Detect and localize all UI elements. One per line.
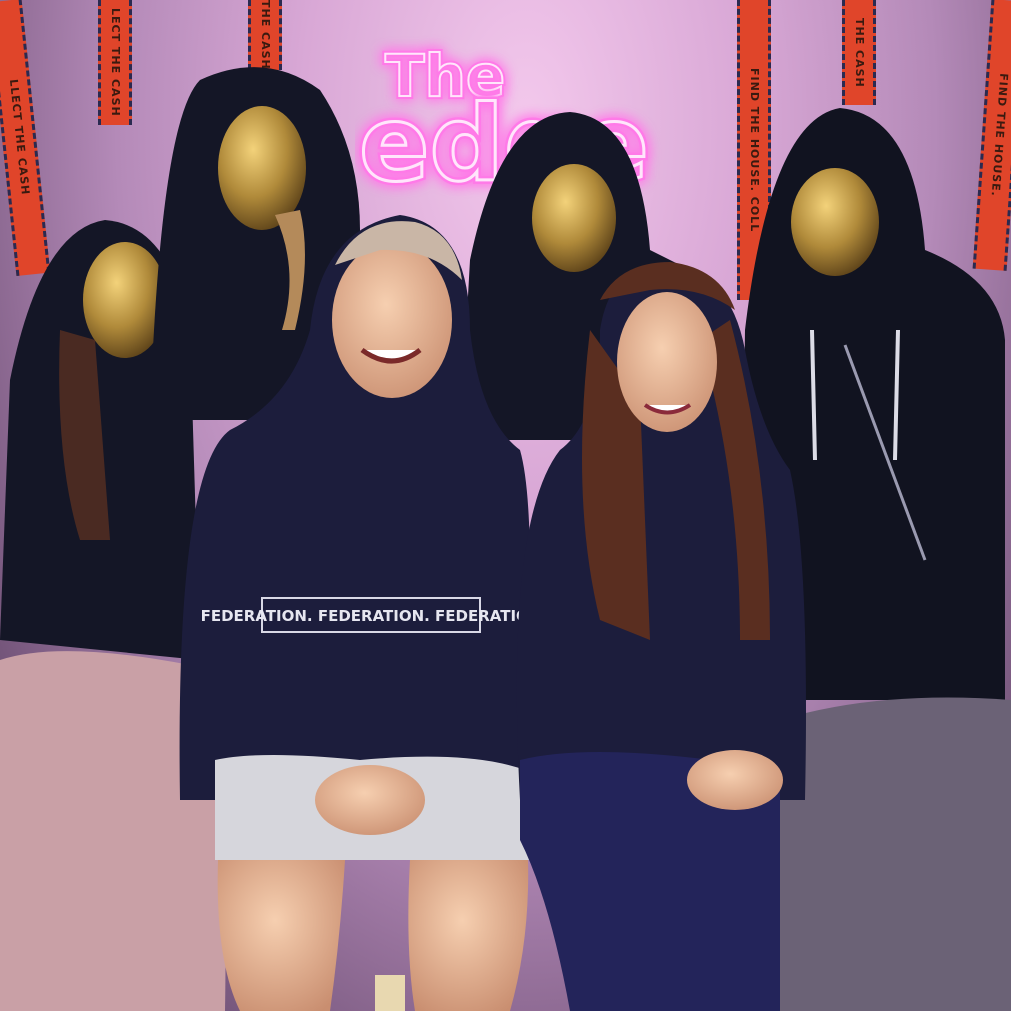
face bbox=[332, 242, 452, 398]
hoodie-print: FEDERATION. FEDERATION. FEDERATION bbox=[201, 607, 542, 625]
photo-scene: LLECT THE CASH LECT THE CASH THE CASH FI… bbox=[0, 0, 1011, 1011]
gold-mask bbox=[791, 168, 879, 276]
hands bbox=[315, 765, 425, 835]
gold-mask bbox=[218, 106, 306, 230]
stool-leg bbox=[375, 975, 405, 1011]
people-illustration: FEDERATION. FEDERATION. FEDERATION bbox=[0, 67, 1011, 1011]
gold-mask bbox=[532, 164, 616, 272]
hand bbox=[687, 750, 783, 810]
